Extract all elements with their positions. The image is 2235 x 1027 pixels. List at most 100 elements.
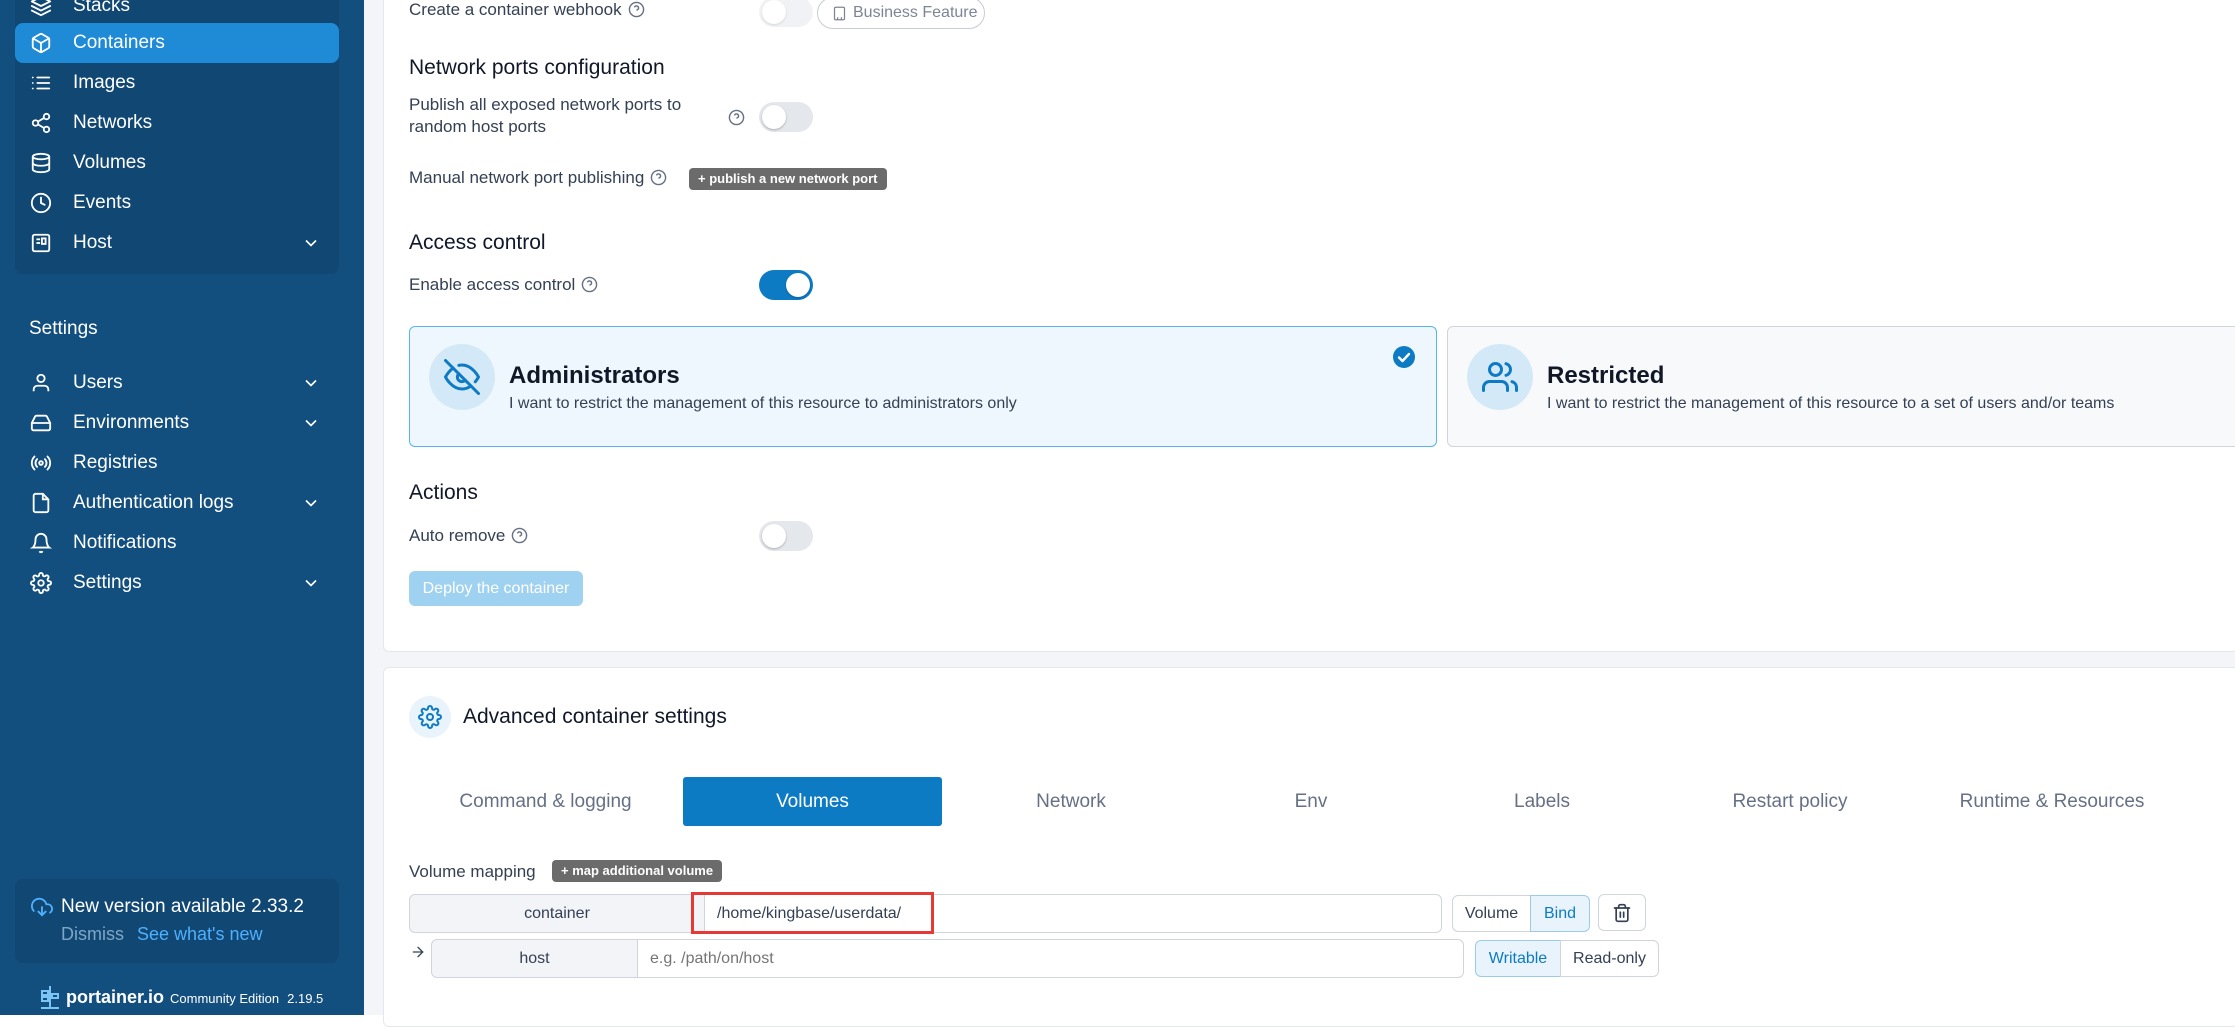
auto-remove-label: Auto remove — [409, 526, 528, 546]
sidebar-item-users[interactable]: Users — [15, 363, 339, 403]
sidebar-item-label: Environments — [73, 412, 190, 433]
brand-version: 2.19.5 — [287, 991, 324, 1006]
auto-remove-toggle[interactable] — [759, 521, 813, 551]
auto-remove-text: Auto remove — [409, 526, 506, 545]
sidebar-item-label: Networks — [73, 112, 153, 133]
portainer-logo-icon — [39, 984, 61, 1010]
sidebar-item-label: Users — [73, 372, 123, 393]
clock-icon — [30, 192, 52, 214]
toggle-knob — [786, 273, 810, 297]
gear-icon — [30, 572, 52, 594]
whats-new-link[interactable]: See what's new — [137, 924, 263, 945]
publish-port-button[interactable]: + publish a new network port — [689, 168, 887, 190]
sidebar-item-label: Containers — [73, 32, 165, 53]
sidebar-item-images[interactable]: Images — [15, 63, 339, 103]
readonly-mode-button[interactable]: Read-only — [1560, 940, 1659, 977]
check-circle-icon — [1393, 346, 1415, 368]
brand-edition: Community Edition — [170, 991, 280, 1006]
server-icon — [30, 232, 52, 254]
help-icon[interactable] — [628, 1, 645, 18]
highlight-box — [691, 892, 934, 934]
tab-volumes[interactable]: Volumes — [683, 777, 942, 826]
access-control-toggle[interactable] — [759, 270, 813, 300]
chevron-down-icon[interactable] — [301, 573, 321, 593]
sidebar-item-label: Events — [73, 192, 132, 213]
container-addon: container — [409, 894, 705, 933]
sidebar-item-authentication-logs[interactable]: Authentication logs — [15, 483, 339, 523]
chevron-down-icon[interactable] — [301, 413, 321, 433]
toggle-knob — [762, 524, 786, 548]
settings-heading: Settings — [29, 318, 98, 339]
volume-type-button[interactable]: Volume — [1452, 895, 1531, 932]
trash-icon — [1613, 903, 1631, 922]
publish-all-label-line2: random host ports — [409, 117, 547, 136]
access-control-heading: Access control — [409, 231, 546, 254]
network-ports-heading: Network ports configuration — [409, 56, 665, 79]
update-notice: New version available 2.33.2 Dismiss See… — [15, 879, 339, 963]
sidebar-item-containers[interactable]: Containers — [15, 23, 339, 63]
map-additional-volume-button[interactable]: + map additional volume — [552, 860, 723, 882]
tab-network[interactable]: Network — [961, 777, 1181, 826]
box-icon — [30, 32, 52, 54]
share-icon — [30, 112, 52, 134]
remove-volume-button[interactable] — [1598, 894, 1646, 931]
help-icon[interactable] — [650, 169, 667, 186]
restricted-title: Restricted — [1547, 362, 1665, 389]
webhook-toggle[interactable] — [759, 0, 813, 27]
dismiss-link[interactable]: Dismiss — [61, 924, 124, 945]
sidebar-item-label: Stacks — [73, 0, 131, 16]
tab-labels[interactable]: Labels — [1432, 777, 1652, 826]
stacks-icon — [30, 0, 52, 17]
chevron-down-icon[interactable] — [301, 233, 321, 253]
radio-icon — [30, 452, 52, 474]
toggle-knob — [762, 0, 786, 24]
sidebar-item-label: Host — [73, 232, 113, 253]
sidebar-item-events[interactable]: Events — [15, 183, 339, 223]
list-icon — [30, 72, 52, 94]
building-icon — [833, 6, 846, 20]
administrators-description: I want to restrict the management of thi… — [509, 395, 1017, 412]
publish-all-ports-toggle[interactable] — [759, 102, 813, 132]
brand-name: portainer.io — [66, 987, 165, 1007]
business-feature-text: Business Feature — [853, 4, 978, 21]
chevron-down-icon[interactable] — [301, 373, 321, 393]
writable-mode-button[interactable]: Writable — [1475, 940, 1561, 977]
host-addon: host — [431, 939, 638, 978]
sidebar-item-label: Notifications — [73, 532, 177, 553]
tab-restart-policy[interactable]: Restart policy — [1680, 777, 1900, 826]
help-icon[interactable] — [728, 109, 745, 126]
sidebar-item-settings[interactable]: Settings — [15, 563, 339, 603]
tab-env[interactable]: Env — [1201, 777, 1421, 826]
bind-type-button[interactable]: Bind — [1530, 895, 1590, 932]
sidebar-item-label: Volumes — [73, 152, 146, 173]
sidebar: Stacks Containers Images Networks Volume… — [0, 0, 364, 1015]
toggle-knob — [762, 105, 786, 129]
help-icon[interactable] — [581, 276, 598, 293]
sidebar-item-host[interactable]: Host — [15, 223, 339, 263]
arrow-right-icon — [412, 946, 424, 958]
host-path-input[interactable] — [637, 939, 1464, 978]
publish-all-label-line1: Publish all exposed network ports to — [409, 95, 682, 114]
sidebar-item-volumes[interactable]: Volumes — [15, 143, 339, 183]
enable-access-control-text: Enable access control — [409, 275, 576, 294]
brand-footer: portainer.io Community Edition 2.19.5 — [39, 984, 324, 1010]
download-cloud-icon — [31, 896, 53, 918]
sidebar-item-label: Images — [73, 72, 136, 93]
help-icon[interactable] — [511, 527, 528, 544]
restricted-option[interactable]: Restricted I want to restrict the manage… — [1447, 326, 2235, 447]
deploy-container-button[interactable]: Deploy the container — [409, 571, 583, 606]
file-icon — [30, 492, 52, 514]
sidebar-item-environments[interactable]: Environments — [15, 403, 339, 443]
enable-access-control-label: Enable access control — [409, 275, 598, 295]
sidebar-item-notifications[interactable]: Notifications — [15, 523, 339, 563]
chevron-down-icon[interactable] — [301, 493, 321, 513]
tab-runtime-resources[interactable]: Runtime & Resources — [1940, 777, 2164, 826]
eye-off-icon — [429, 344, 495, 410]
tab-command-logging[interactable]: Command & logging — [431, 777, 660, 826]
sidebar-item-label: Registries — [73, 452, 158, 473]
sidebar-item-networks[interactable]: Networks — [15, 103, 339, 143]
actions-heading: Actions — [409, 481, 478, 504]
sidebar-item-registries[interactable]: Registries — [15, 443, 339, 483]
administrators-option[interactable]: Administrators I want to restrict the ma… — [409, 326, 1437, 447]
advanced-settings-heading: Advanced container settings — [463, 705, 727, 728]
